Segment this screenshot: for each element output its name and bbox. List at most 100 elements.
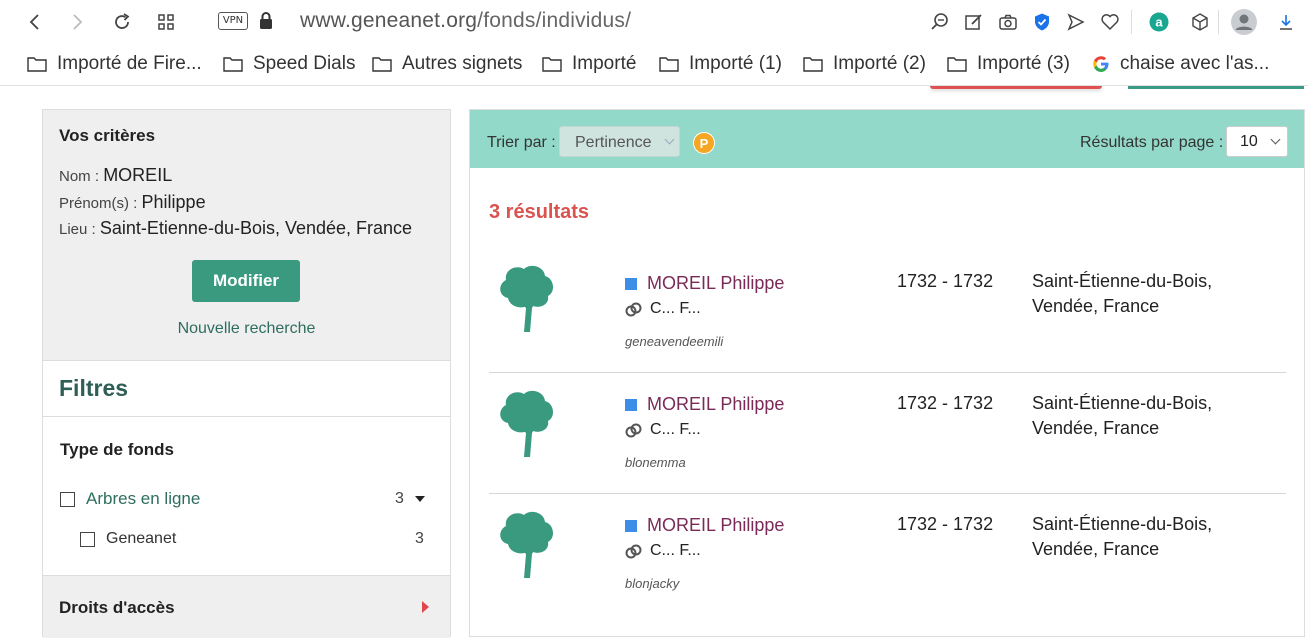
relations-text: C... F... (650, 421, 701, 438)
bookmark-label: Importé (1) (689, 53, 782, 74)
checkbox[interactable] (80, 531, 95, 547)
lieu-value: Saint-Etienne-du-Bois, Vendée, France (99, 218, 413, 238)
toolbar-separator (1131, 10, 1132, 34)
checkbox[interactable] (60, 491, 75, 507)
speed-dial-button[interactable] (152, 8, 180, 36)
place-line: Saint-Étienne-du-Bois, (1032, 514, 1213, 534)
person-name-link[interactable]: MOREIL Philippe (647, 515, 784, 536)
results-per-page-label: Résultats par page : (1080, 134, 1224, 151)
vpn-badge[interactable]: VPN (218, 12, 248, 30)
gender-square-icon (625, 277, 637, 290)
tree-icon[interactable] (496, 510, 556, 580)
gender-square-icon (625, 519, 637, 532)
relations-text: C... F... (650, 542, 701, 559)
bookmark-folder[interactable]: Importé (3) (947, 53, 1070, 75)
chevron-right-icon[interactable] (422, 601, 429, 613)
nom-value: MOREIL (103, 165, 173, 185)
forward-button[interactable] (63, 8, 91, 36)
bookmark-link[interactable]: chaise avec l'as... (1092, 53, 1269, 75)
relations-row: C... F... (625, 300, 701, 318)
rings-icon (625, 423, 642, 437)
person-name-row[interactable]: MOREIL Philippe (625, 394, 784, 415)
rings-icon (625, 544, 642, 558)
relations-text: C... F... (650, 300, 701, 317)
search-page-icon[interactable] (928, 10, 952, 34)
chevron-down-icon (1270, 134, 1281, 145)
person-name-link[interactable]: MOREIL Philippe (647, 394, 784, 415)
person-name-row[interactable]: MOREIL Philippe (625, 515, 784, 536)
premium-badge[interactable]: P (693, 132, 715, 154)
life-dates: 1732 - 1732 (897, 393, 994, 413)
new-search-link[interactable]: Nouvelle recherche (43, 320, 450, 338)
page-content: Vos critères Nom : MOREIL Prénom(s) : Ph… (0, 86, 1308, 638)
profile-avatar-icon[interactable] (1230, 8, 1258, 36)
reload-button[interactable] (108, 8, 136, 36)
filter-label[interactable]: Geneanet (106, 530, 176, 548)
reload-icon (115, 13, 130, 29)
filter-count: 3 (395, 490, 404, 507)
back-arrow-icon (29, 14, 39, 30)
place-line: Saint-Étienne-du-Bois, (1032, 271, 1213, 291)
forward-arrow-icon (73, 14, 83, 30)
svg-text:a: a (1155, 15, 1163, 30)
criteria-panel: Vos critères Nom : MOREIL Prénom(s) : Ph… (43, 110, 450, 361)
bookmark-label: Speed Dials (253, 53, 356, 74)
filter-arbres-en-ligne[interactable]: Arbres en ligne (60, 489, 200, 509)
sort-select[interactable]: Pertinence (559, 126, 680, 157)
url-host: www.geneanet.org (300, 9, 478, 32)
result-item: MOREIL Philippe C... F... blonjacky 1732… (489, 493, 1286, 614)
modify-button[interactable]: Modifier (192, 260, 300, 302)
lock-icon[interactable] (258, 11, 274, 36)
sort-bar: Trier par : Pertinence P Résultats par p… (470, 110, 1304, 168)
person-name-link[interactable]: MOREIL Philippe (647, 273, 784, 294)
download-icon[interactable] (1274, 10, 1298, 34)
filter-label[interactable]: Arbres en ligne (86, 489, 200, 509)
folder-icon (27, 57, 47, 72)
edit-icon[interactable] (962, 10, 986, 34)
relations-row: C... F... (625, 421, 701, 439)
tree-owner[interactable]: geneavendeemili (625, 334, 723, 349)
bookmark-label: chaise avec l'as... (1120, 53, 1270, 74)
google-icon (1093, 56, 1109, 72)
tree-owner[interactable]: blonemma (625, 455, 686, 470)
bookmark-folder[interactable]: Importé (2) (803, 53, 926, 75)
results-per-page-select[interactable]: 10 (1226, 126, 1288, 157)
folder-icon (803, 57, 823, 72)
place: Saint-Étienne-du-Bois, Vendée, France (1032, 391, 1212, 441)
person-name-row[interactable]: MOREIL Philippe (625, 273, 784, 294)
result-item: MOREIL Philippe C... F... blonemma 1732 … (489, 372, 1286, 493)
tree-icon[interactable] (496, 389, 556, 459)
criteria-title: Vos critères (59, 126, 156, 145)
filter-geneanet[interactable]: Geneanet (80, 530, 176, 548)
tree-owner[interactable]: blonjacky (625, 576, 679, 591)
bookmark-folder[interactable]: Autres signets (372, 53, 522, 75)
bookmark-label: Importé (3) (977, 53, 1070, 74)
place-line: Saint-Étienne-du-Bois, (1032, 393, 1213, 413)
back-button[interactable] (21, 8, 49, 36)
lieu-label: Lieu : (59, 221, 96, 238)
droits-acces-section[interactable]: Droits d'accès (43, 575, 450, 638)
bookmark-folder[interactable]: Importé (542, 53, 636, 75)
place: Saint-Étienne-du-Bois, Vendée, France (1032, 269, 1212, 319)
chevron-down-icon (664, 134, 675, 145)
bookmark-folder[interactable]: Importé de Fire... (27, 53, 202, 75)
chevron-down-icon[interactable] (415, 496, 425, 502)
shield-icon[interactable] (1030, 10, 1054, 34)
bookmark-folder[interactable]: Speed Dials (223, 53, 355, 75)
sort-label: Trier par : (487, 134, 556, 151)
life-dates: 1732 - 1732 (897, 514, 994, 534)
bookmark-label: Importé de Fire... (57, 53, 202, 74)
address-bar[interactable]: www.geneanet.org/fonds/individus/ (300, 9, 631, 33)
bookmark-folder[interactable]: Importé (1) (659, 53, 782, 75)
cube-icon[interactable] (1188, 10, 1212, 34)
sort-value: Pertinence (575, 134, 652, 151)
bookmark-label: Autres signets (402, 53, 523, 74)
grid-icon (158, 14, 174, 30)
filter-count: 3 (415, 530, 424, 547)
toolbar-separator (1218, 10, 1219, 34)
extension-a-icon[interactable]: a (1147, 10, 1171, 34)
camera-icon[interactable] (996, 10, 1020, 34)
send-icon[interactable] (1064, 10, 1088, 34)
tree-icon[interactable] (496, 264, 556, 334)
heart-icon[interactable] (1098, 10, 1122, 34)
